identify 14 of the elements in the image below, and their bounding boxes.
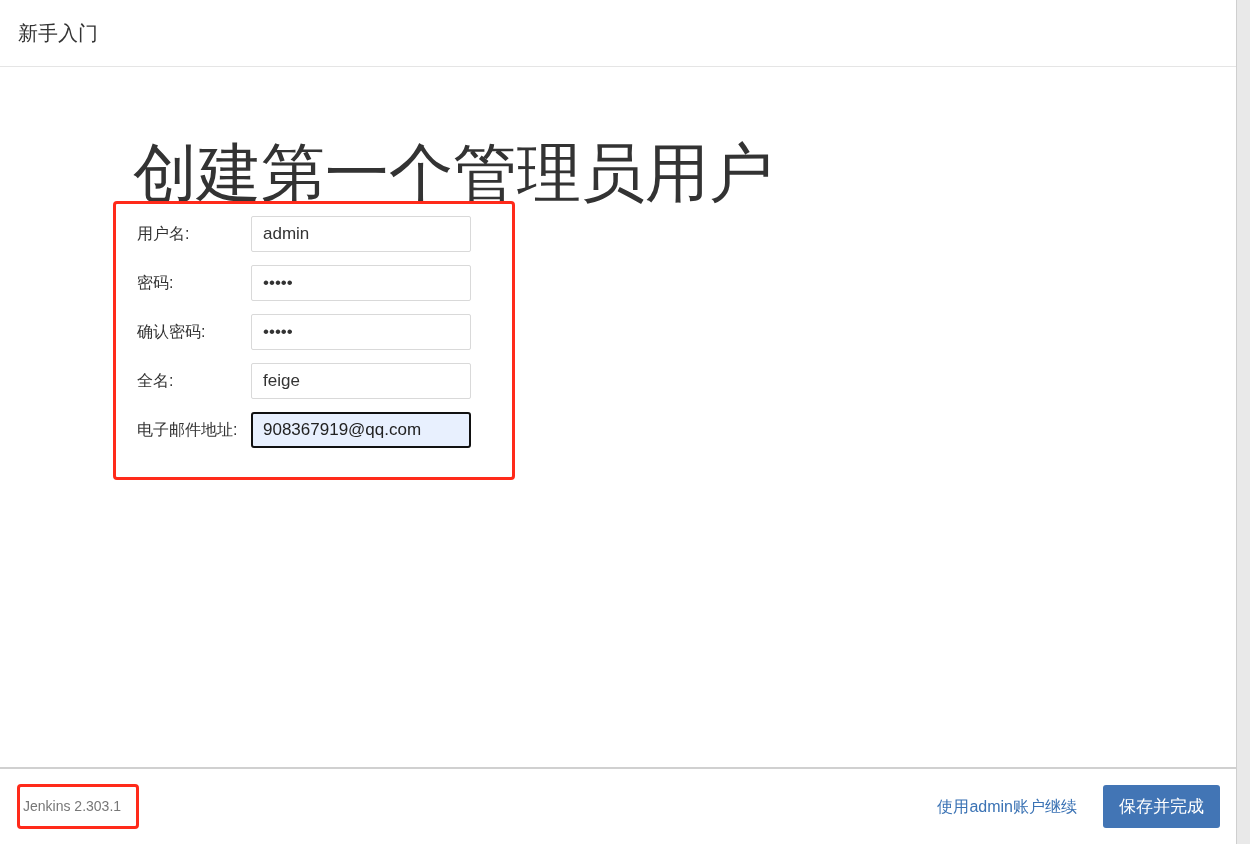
field-label: 全名: <box>137 371 175 391</box>
field-label: 用户名: <box>137 224 191 244</box>
field-label: 电子邮件地址: <box>137 420 239 440</box>
continue-as-admin-link[interactable]: 使用admin账户继续 <box>937 794 1077 819</box>
save-and-finish-button[interactable]: 保存并完成 <box>1103 785 1220 828</box>
field-label: 确认密码: <box>137 322 207 342</box>
input-field[interactable]: feige <box>251 363 471 399</box>
input-field[interactable]: admin <box>251 216 471 252</box>
input-field[interactable]: ••••• <box>251 265 471 301</box>
field-label: 密码: <box>137 273 175 293</box>
version-label: Jenkins 2.303.1 <box>23 797 122 816</box>
dialog-title: 新手入门 <box>18 21 98 46</box>
input-field[interactable]: 908367919@qq.com <box>251 412 471 448</box>
input-field[interactable]: ••••• <box>251 314 471 350</box>
